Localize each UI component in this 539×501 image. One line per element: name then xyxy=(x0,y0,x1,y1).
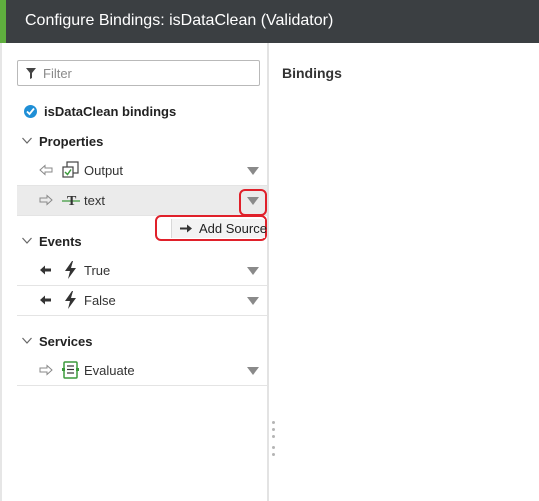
arrow-left-outline-icon xyxy=(39,164,53,176)
chevron-down-icon xyxy=(22,237,32,244)
add-source-label: Add Source xyxy=(199,221,267,236)
arrow-right-outline-icon xyxy=(39,364,53,376)
chevron-down-icon xyxy=(22,337,32,344)
filter-icon xyxy=(26,68,36,79)
section-label: Properties xyxy=(39,134,104,149)
arrow-right-icon xyxy=(180,224,192,233)
property-row-output[interactable]: Output xyxy=(17,156,267,186)
section-label: Services xyxy=(39,334,93,349)
service-row-evaluate[interactable]: Evaluate xyxy=(17,356,267,386)
event-label: False xyxy=(84,293,116,308)
arrow-right-outline-icon xyxy=(39,194,53,206)
service-icon xyxy=(62,361,79,379)
add-source-menu-item[interactable]: Add Source xyxy=(171,219,267,238)
add-source-menu[interactable]: Add Source xyxy=(155,215,267,241)
tree-root-label: isDataClean bindings xyxy=(44,104,177,119)
dialog-titlebar: Configure Bindings: isDataClean (Validat… xyxy=(0,0,539,43)
arrow-left-solid-icon xyxy=(40,295,51,305)
dropdown-arrow-icon[interactable] xyxy=(247,267,259,275)
text-type-icon: T xyxy=(62,194,80,209)
filter-box[interactable] xyxy=(17,60,260,86)
event-row-true[interactable]: True xyxy=(17,256,267,286)
check-circle-icon xyxy=(24,105,37,118)
property-label: text xyxy=(84,193,105,208)
chevron-down-icon xyxy=(22,137,32,144)
svg-text:T: T xyxy=(67,194,77,209)
event-row-false[interactable]: False xyxy=(17,286,267,316)
dialog-title: Configure Bindings: isDataClean (Validat… xyxy=(25,12,334,29)
arrow-left-solid-icon xyxy=(40,265,51,275)
dropdown-arrow-icon[interactable] xyxy=(247,297,259,305)
panel-splitter[interactable] xyxy=(267,43,269,501)
lightning-icon xyxy=(65,261,76,279)
service-label: Evaluate xyxy=(84,363,135,378)
dropdown-arrow-icon[interactable] xyxy=(247,367,259,375)
event-label: True xyxy=(84,263,111,278)
bindings-title: Bindings xyxy=(282,65,342,81)
property-label: Output xyxy=(84,163,124,178)
property-row-text[interactable]: T text xyxy=(17,186,267,216)
section-label: Events xyxy=(39,234,82,249)
left-border xyxy=(0,43,2,501)
lightning-icon xyxy=(65,291,76,309)
dropdown-arrow-icon[interactable] xyxy=(247,167,259,175)
filter-input[interactable] xyxy=(43,64,253,82)
highlight-box xyxy=(239,189,267,216)
splitter-grip[interactable] xyxy=(271,421,277,461)
output-icon xyxy=(62,161,79,178)
